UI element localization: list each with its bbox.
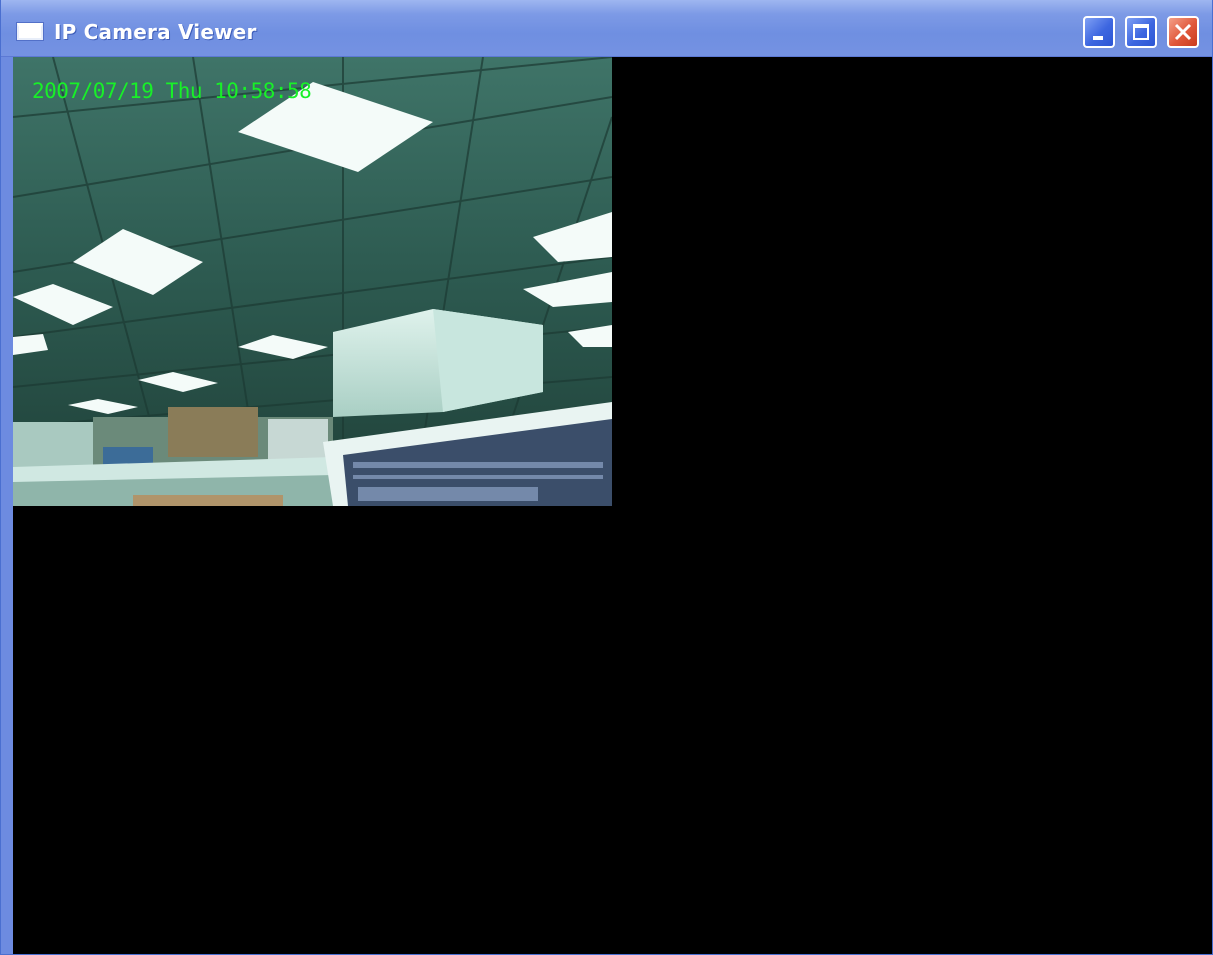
maximize-button[interactable] <box>1125 16 1157 48</box>
window-app-icon[interactable] <box>17 23 43 40</box>
window-title: IP Camera Viewer <box>54 20 257 44</box>
ip-camera-viewer-window: IP Camera Viewer 2007/07/19 Thu 10:58:58 <box>0 0 1213 955</box>
close-button[interactable] <box>1167 16 1199 48</box>
camera-feed[interactable]: 2007/07/19 Thu 10:58:58 <box>13 57 612 506</box>
minimize-icon <box>1093 36 1103 40</box>
video-display-area[interactable]: 2007/07/19 Thu 10:58:58 <box>13 57 1210 952</box>
maximize-icon <box>1133 24 1149 40</box>
window-frame-left <box>1 57 13 954</box>
title-bar[interactable]: IP Camera Viewer <box>1 0 1212 57</box>
camera-image <box>13 57 612 506</box>
camera-timestamp-overlay: 2007/07/19 Thu 10:58:58 <box>32 79 312 103</box>
minimize-button[interactable] <box>1083 16 1115 48</box>
close-icon <box>1174 23 1192 41</box>
